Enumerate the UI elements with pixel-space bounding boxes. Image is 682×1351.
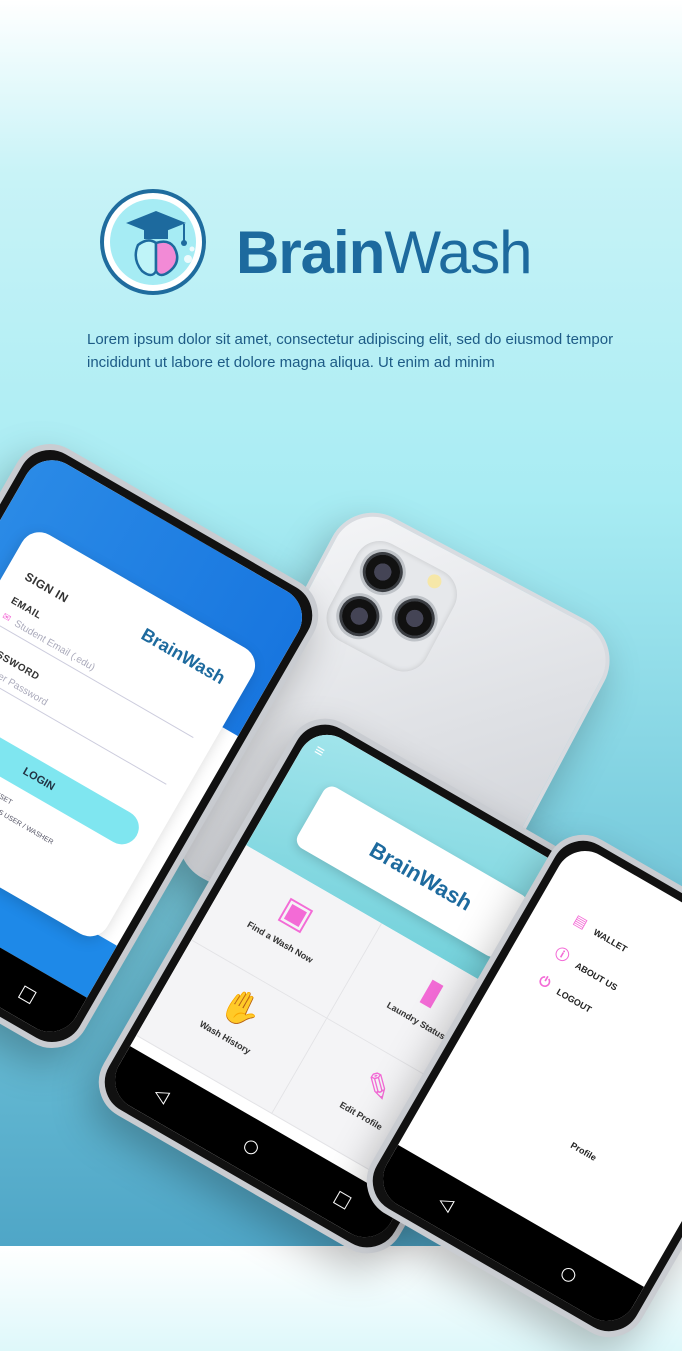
recents-icon[interactable]: □ <box>15 980 40 1007</box>
home-icon[interactable]: ○ <box>240 1133 264 1159</box>
brainwash-logo-icon <box>100 189 206 295</box>
home-icon[interactable]: ○ <box>557 1261 581 1287</box>
sign-in-title: SIGN IN <box>22 569 72 606</box>
recents-icon[interactable]: □ <box>330 1186 355 1213</box>
brand-name: BrainWash <box>236 219 533 286</box>
menu-item-wallet[interactable]: ▤WALLET <box>571 912 631 956</box>
info-icon: ⓘ <box>551 944 572 966</box>
logout-icon: ⏻ <box>535 972 554 993</box>
hamburger-menu-icon[interactable]: ≡ <box>310 742 328 762</box>
card-logo: BrainWash <box>137 624 229 689</box>
mail-icon: ✉ <box>0 611 13 625</box>
tagline: Lorem ipsum dolor sit amet, consectetur … <box>87 331 614 371</box>
wallet-icon: ▤ <box>570 912 591 933</box>
menu-partial-profile: Profile <box>568 1140 599 1163</box>
android-nav-bar: ◁ ○ <box>372 1144 644 1332</box>
back-icon[interactable]: ◁ <box>435 1190 457 1215</box>
camera-module <box>317 531 467 681</box>
back-icon[interactable]: ◁ <box>150 1082 172 1107</box>
